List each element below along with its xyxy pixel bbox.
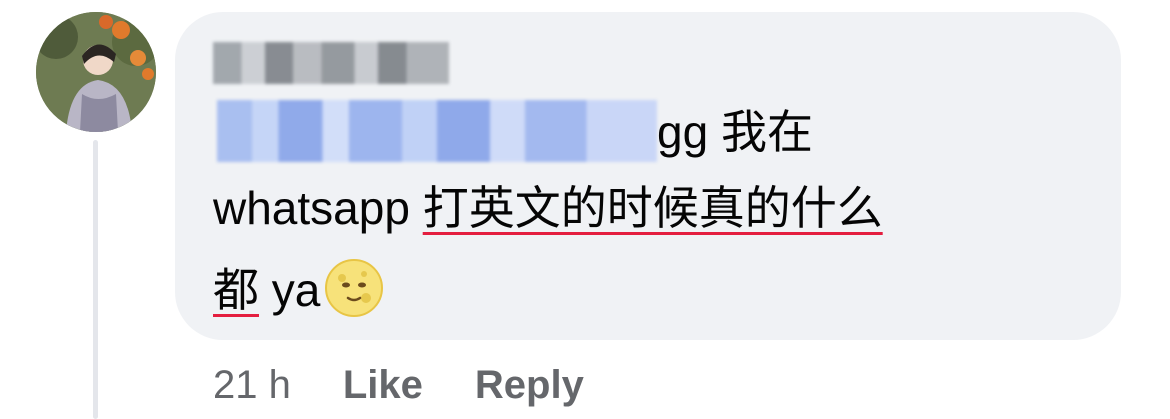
comment-text-line-1: gg 我在 <box>657 104 813 160</box>
misspelled-text: 打英文的时候真的什么 <box>422 182 883 234</box>
thread-line <box>93 140 98 419</box>
comment-text: ya <box>259 264 321 316</box>
avatar[interactable] <box>36 12 156 132</box>
misspelled-text: 都 <box>213 264 259 316</box>
timestamp[interactable]: 21 h <box>213 363 291 408</box>
avatar-photo-icon <box>36 12 156 132</box>
like-button[interactable]: Like <box>343 363 423 408</box>
comment-bubble: gg 我在 whatsapp 打英文的时候真的什么 都 ya <box>175 12 1121 340</box>
mention-redacted[interactable] <box>217 100 657 162</box>
reply-button[interactable]: Reply <box>475 363 584 408</box>
comment-text-line-2: whatsapp 打英文的时候真的什么 <box>213 180 883 236</box>
author-name-redacted[interactable] <box>213 42 449 84</box>
comment-text: whatsapp <box>213 182 423 234</box>
comment-actions: 21 h Like Reply <box>213 360 584 410</box>
full-moon-face-icon <box>325 259 384 317</box>
comment-text: gg 我在 <box>657 106 813 158</box>
comment-text-line-3: 都 ya <box>213 258 384 318</box>
